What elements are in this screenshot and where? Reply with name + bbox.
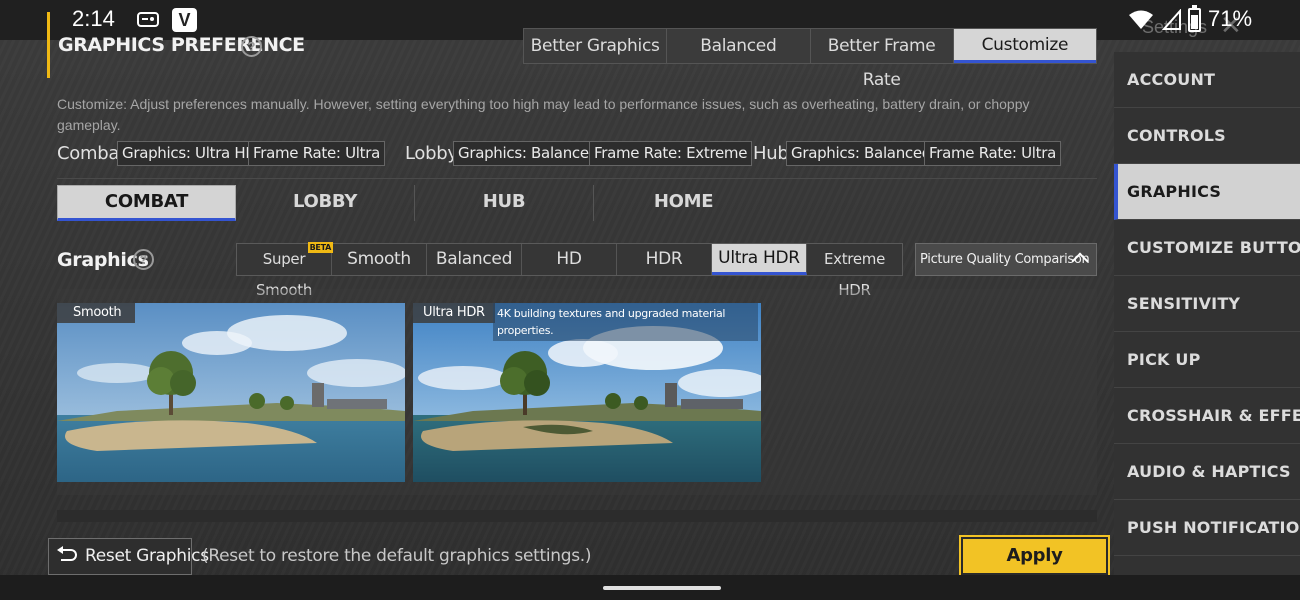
reset-graphics-label: Reset Graphics bbox=[85, 546, 209, 566]
settings-sidebar: ACCOUNT CONTROLS GRAPHICS CUSTOMIZE BUTT… bbox=[1114, 52, 1300, 600]
option-extreme-hdr[interactable]: Extreme HDR bbox=[807, 244, 902, 299]
sidebar-item-graphics[interactable]: GRAPHICS bbox=[1114, 164, 1300, 220]
summary-combat-graphics: Graphics: Ultra HD bbox=[117, 141, 262, 166]
sidebar-item-push-notifications[interactable]: PUSH NOTIFICATIONS bbox=[1114, 500, 1300, 556]
preview-ultra-hdr: Ultra HDR 4K building textures and upgra… bbox=[413, 303, 761, 482]
apply-button[interactable]: Apply bbox=[961, 537, 1108, 575]
summary-hub-label: Hub bbox=[753, 143, 789, 164]
graphics-help-icon[interactable]: ? bbox=[133, 249, 154, 270]
reset-note: (Reset to restore the default graphics s… bbox=[202, 546, 592, 566]
summary-hub-frame-rate: Frame Rate: Ultra bbox=[924, 141, 1062, 166]
sidebar-item-sensitivity[interactable]: SENSITIVITY bbox=[1114, 276, 1300, 332]
option-hd[interactable]: HD bbox=[522, 244, 617, 275]
picture-quality-comparison-button[interactable]: Picture Quality Comparison bbox=[915, 243, 1097, 276]
option-super-smooth[interactable]: Super Smooth BETA bbox=[237, 242, 333, 299]
undo-icon bbox=[57, 546, 77, 561]
divider bbox=[57, 178, 1097, 179]
sidebar-item-pick-up[interactable]: PICK UP bbox=[1114, 332, 1300, 388]
tab-hub[interactable]: HUB bbox=[415, 185, 594, 221]
reset-graphics-button[interactable]: Reset Graphics bbox=[48, 538, 209, 575]
mode-tabs: COMBAT LOBBY HUB HOME bbox=[57, 185, 1097, 221]
page-title: GRAPHICS PREFERENCE bbox=[58, 34, 305, 56]
summary-combat-label: Combat bbox=[57, 143, 126, 164]
sidebar-item-crosshair-effects[interactable]: CROSSHAIR & EFFECTS bbox=[1114, 388, 1300, 444]
preset-better-frame-rate[interactable]: Better Frame Rate bbox=[811, 29, 954, 90]
summary-lobby-label: Lobby bbox=[405, 143, 458, 164]
header-accent-bar bbox=[47, 12, 50, 78]
option-ultra-hdr[interactable]: Ultra HDR bbox=[712, 244, 807, 275]
summary-lobby-graphics: Graphics: Balanced bbox=[453, 141, 604, 166]
tab-lobby[interactable]: LOBBY bbox=[236, 185, 415, 221]
signal-icon bbox=[1162, 9, 1181, 30]
preset-description: Customize: Adjust preferences manually. … bbox=[57, 96, 1030, 133]
battery-icon bbox=[1188, 5, 1201, 32]
summary-hub-graphics: Graphics: Balanced bbox=[786, 141, 937, 166]
app-v-icon: V bbox=[172, 8, 197, 32]
preview-smooth: Smooth bbox=[57, 303, 405, 482]
picture-quality-comparison-label: Picture Quality Comparison bbox=[920, 252, 1090, 267]
gamepad-icon bbox=[137, 12, 159, 27]
preset-balanced[interactable]: Balanced bbox=[667, 29, 811, 63]
graphics-quality-selector: Super Smooth BETA Smooth Balanced HD HDR… bbox=[236, 242, 903, 299]
sidebar-item-account[interactable]: ACCOUNT bbox=[1114, 52, 1300, 108]
sidebar-item-customize-buttons[interactable]: CUSTOMIZE BUTTONS bbox=[1114, 220, 1300, 276]
tab-home[interactable]: HOME bbox=[594, 185, 773, 221]
sidebar-item-controls[interactable]: CONTROLS bbox=[1114, 108, 1300, 164]
summary-combat-frame-rate: Frame Rate: Ultra bbox=[248, 141, 386, 166]
preview-smooth-image bbox=[57, 303, 405, 482]
preset-tabs: Better Graphics Balanced Better Frame Ra… bbox=[523, 28, 1097, 90]
system-nav-bar bbox=[0, 575, 1300, 600]
sidebar-item-audio-haptics[interactable]: AUDIO & HAPTICS bbox=[1114, 444, 1300, 500]
option-smooth[interactable]: Smooth bbox=[332, 244, 427, 275]
option-hdr[interactable]: HDR bbox=[617, 244, 712, 275]
tab-combat[interactable]: COMBAT bbox=[57, 185, 236, 221]
status-time: 2:14 bbox=[72, 6, 115, 31]
footer-divider bbox=[57, 510, 1097, 522]
preview-smooth-label: Smooth bbox=[57, 303, 136, 323]
summary-lobby-frame-rate: Frame Rate: Extreme bbox=[589, 141, 753, 166]
preset-better-graphics[interactable]: Better Graphics bbox=[524, 29, 668, 63]
option-balanced[interactable]: Balanced bbox=[427, 244, 522, 275]
battery-percent: 71% bbox=[1208, 6, 1253, 31]
preview-ultra-hdr-label: Ultra HDR bbox=[413, 303, 495, 323]
preset-customize[interactable]: Customize bbox=[953, 29, 1096, 63]
beta-badge: BETA bbox=[307, 242, 333, 253]
home-gesture-handle[interactable] bbox=[603, 586, 721, 590]
preview-ultra-hdr-note: 4K building textures and upgraded materi… bbox=[493, 303, 758, 341]
help-icon[interactable]: ? bbox=[241, 36, 262, 57]
wifi-icon bbox=[1129, 10, 1153, 29]
